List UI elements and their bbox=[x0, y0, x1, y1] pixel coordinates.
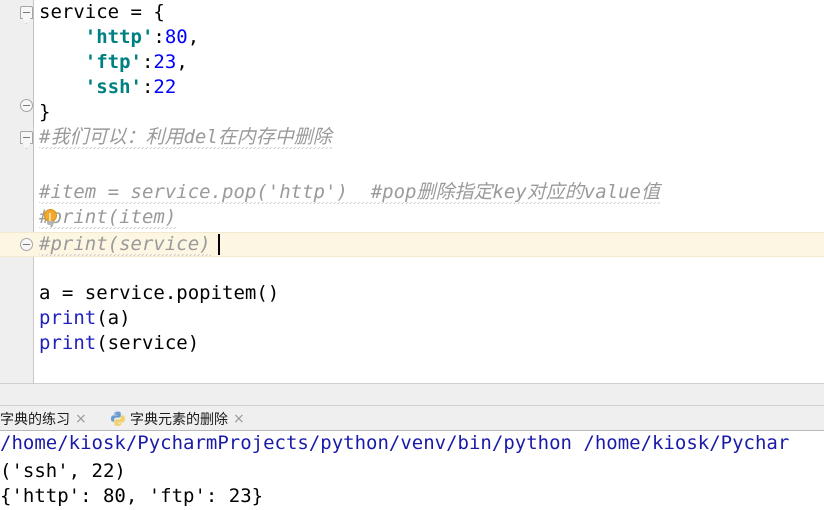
tool-window-tab[interactable]: 字典的练习 × bbox=[0, 406, 87, 431]
console-line: {'http': 80, 'ftp': 23} bbox=[0, 485, 264, 507]
fold-minus-glyph bbox=[23, 105, 30, 106]
code-token-plain: a = service.popitem() bbox=[39, 282, 280, 304]
code-token-plain: , bbox=[176, 51, 188, 73]
python-logo-icon bbox=[110, 411, 125, 426]
bulb-base bbox=[47, 221, 54, 225]
code-token-plain: : bbox=[141, 51, 154, 73]
code-token-function: print bbox=[39, 332, 97, 354]
code-token-comment: #我们可以：利用del在内存中删除 bbox=[39, 126, 332, 149]
code-token-comment: #print(item) bbox=[39, 206, 177, 229]
code-token-string: 'http' bbox=[84, 26, 154, 48]
console-line: /home/kiosk/PycharmProjects/python/venv/… bbox=[0, 432, 790, 454]
code-line[interactable]: print(service) bbox=[39, 331, 199, 356]
code-token-plain: } bbox=[39, 101, 51, 123]
code-line[interactable]: #item = service.pop('http') #pop删除指定key对… bbox=[39, 180, 660, 205]
code-line[interactable]: 'ftp':23, bbox=[39, 50, 188, 75]
fold-minus-glyph bbox=[23, 137, 30, 138]
code-token-plain: : bbox=[141, 76, 154, 98]
code-token-plain: (a) bbox=[96, 307, 131, 329]
panel-splitter[interactable] bbox=[0, 383, 824, 405]
code-token-plain: : bbox=[153, 26, 165, 48]
code-token-number: 22 bbox=[153, 76, 177, 98]
code-line[interactable]: #print(item) bbox=[39, 205, 177, 230]
code-token-comment: #item = service.pop('http') #pop删除指定key对… bbox=[39, 181, 660, 204]
pycharm-window: service = { 'http':80, 'ftp':23, 'ssh':2… bbox=[0, 0, 824, 510]
code-token-number: 80 bbox=[164, 26, 188, 48]
fold-box bbox=[20, 131, 33, 144]
tab-label: 字典的练习 bbox=[0, 411, 70, 428]
code-line[interactable]: 'http':80, bbox=[39, 25, 199, 50]
code-token-string: 'ftp' bbox=[84, 51, 142, 73]
intention-bulb-icon[interactable] bbox=[43, 209, 59, 227]
code-token-plain: service = { bbox=[39, 1, 165, 23]
run-tool-tabbar[interactable]: 字典的练习 × 字典元素的删除 × bbox=[0, 405, 824, 431]
code-token-number: 23 bbox=[153, 51, 177, 73]
tab-close-icon[interactable]: × bbox=[75, 412, 87, 426]
code-line[interactable]: a = service.popitem() bbox=[39, 281, 279, 306]
tool-window-tab[interactable]: 字典元素的删除 × bbox=[110, 406, 245, 431]
console-line: ('ssh', 22) bbox=[0, 460, 126, 482]
code-line[interactable]: } bbox=[39, 100, 50, 125]
fold-box bbox=[20, 99, 33, 112]
text-caret bbox=[218, 234, 220, 255]
code-line[interactable]: service = { bbox=[39, 0, 165, 25]
code-editor[interactable]: service = { 'http':80, 'ftp':23, 'ssh':2… bbox=[0, 0, 824, 383]
tab-close-icon[interactable]: × bbox=[233, 412, 245, 426]
fold-minus-glyph bbox=[23, 12, 30, 13]
code-line[interactable]: #我们可以：利用del在内存中删除 bbox=[39, 125, 332, 150]
code-token-plain: (service) bbox=[96, 332, 200, 354]
code-token-comment: #print(service) bbox=[39, 233, 211, 256]
code-line[interactable]: print(a) bbox=[39, 306, 131, 331]
code-line[interactable]: #print(service) bbox=[39, 232, 211, 257]
fold-box bbox=[20, 238, 33, 251]
fold-box bbox=[20, 6, 33, 19]
fold-minus-glyph bbox=[23, 244, 30, 245]
code-token-string: 'ssh' bbox=[84, 76, 142, 98]
code-line[interactable]: 'ssh':22 bbox=[39, 75, 177, 100]
code-token-function: print bbox=[39, 307, 97, 329]
code-lines-container[interactable]: service = { 'http':80, 'ftp':23, 'ssh':2… bbox=[0, 0, 824, 383]
tab-label: 字典元素的删除 bbox=[130, 411, 228, 428]
code-token-plain: , bbox=[187, 26, 200, 48]
run-console-output[interactable]: /home/kiosk/PycharmProjects/python/venv/… bbox=[0, 431, 824, 510]
